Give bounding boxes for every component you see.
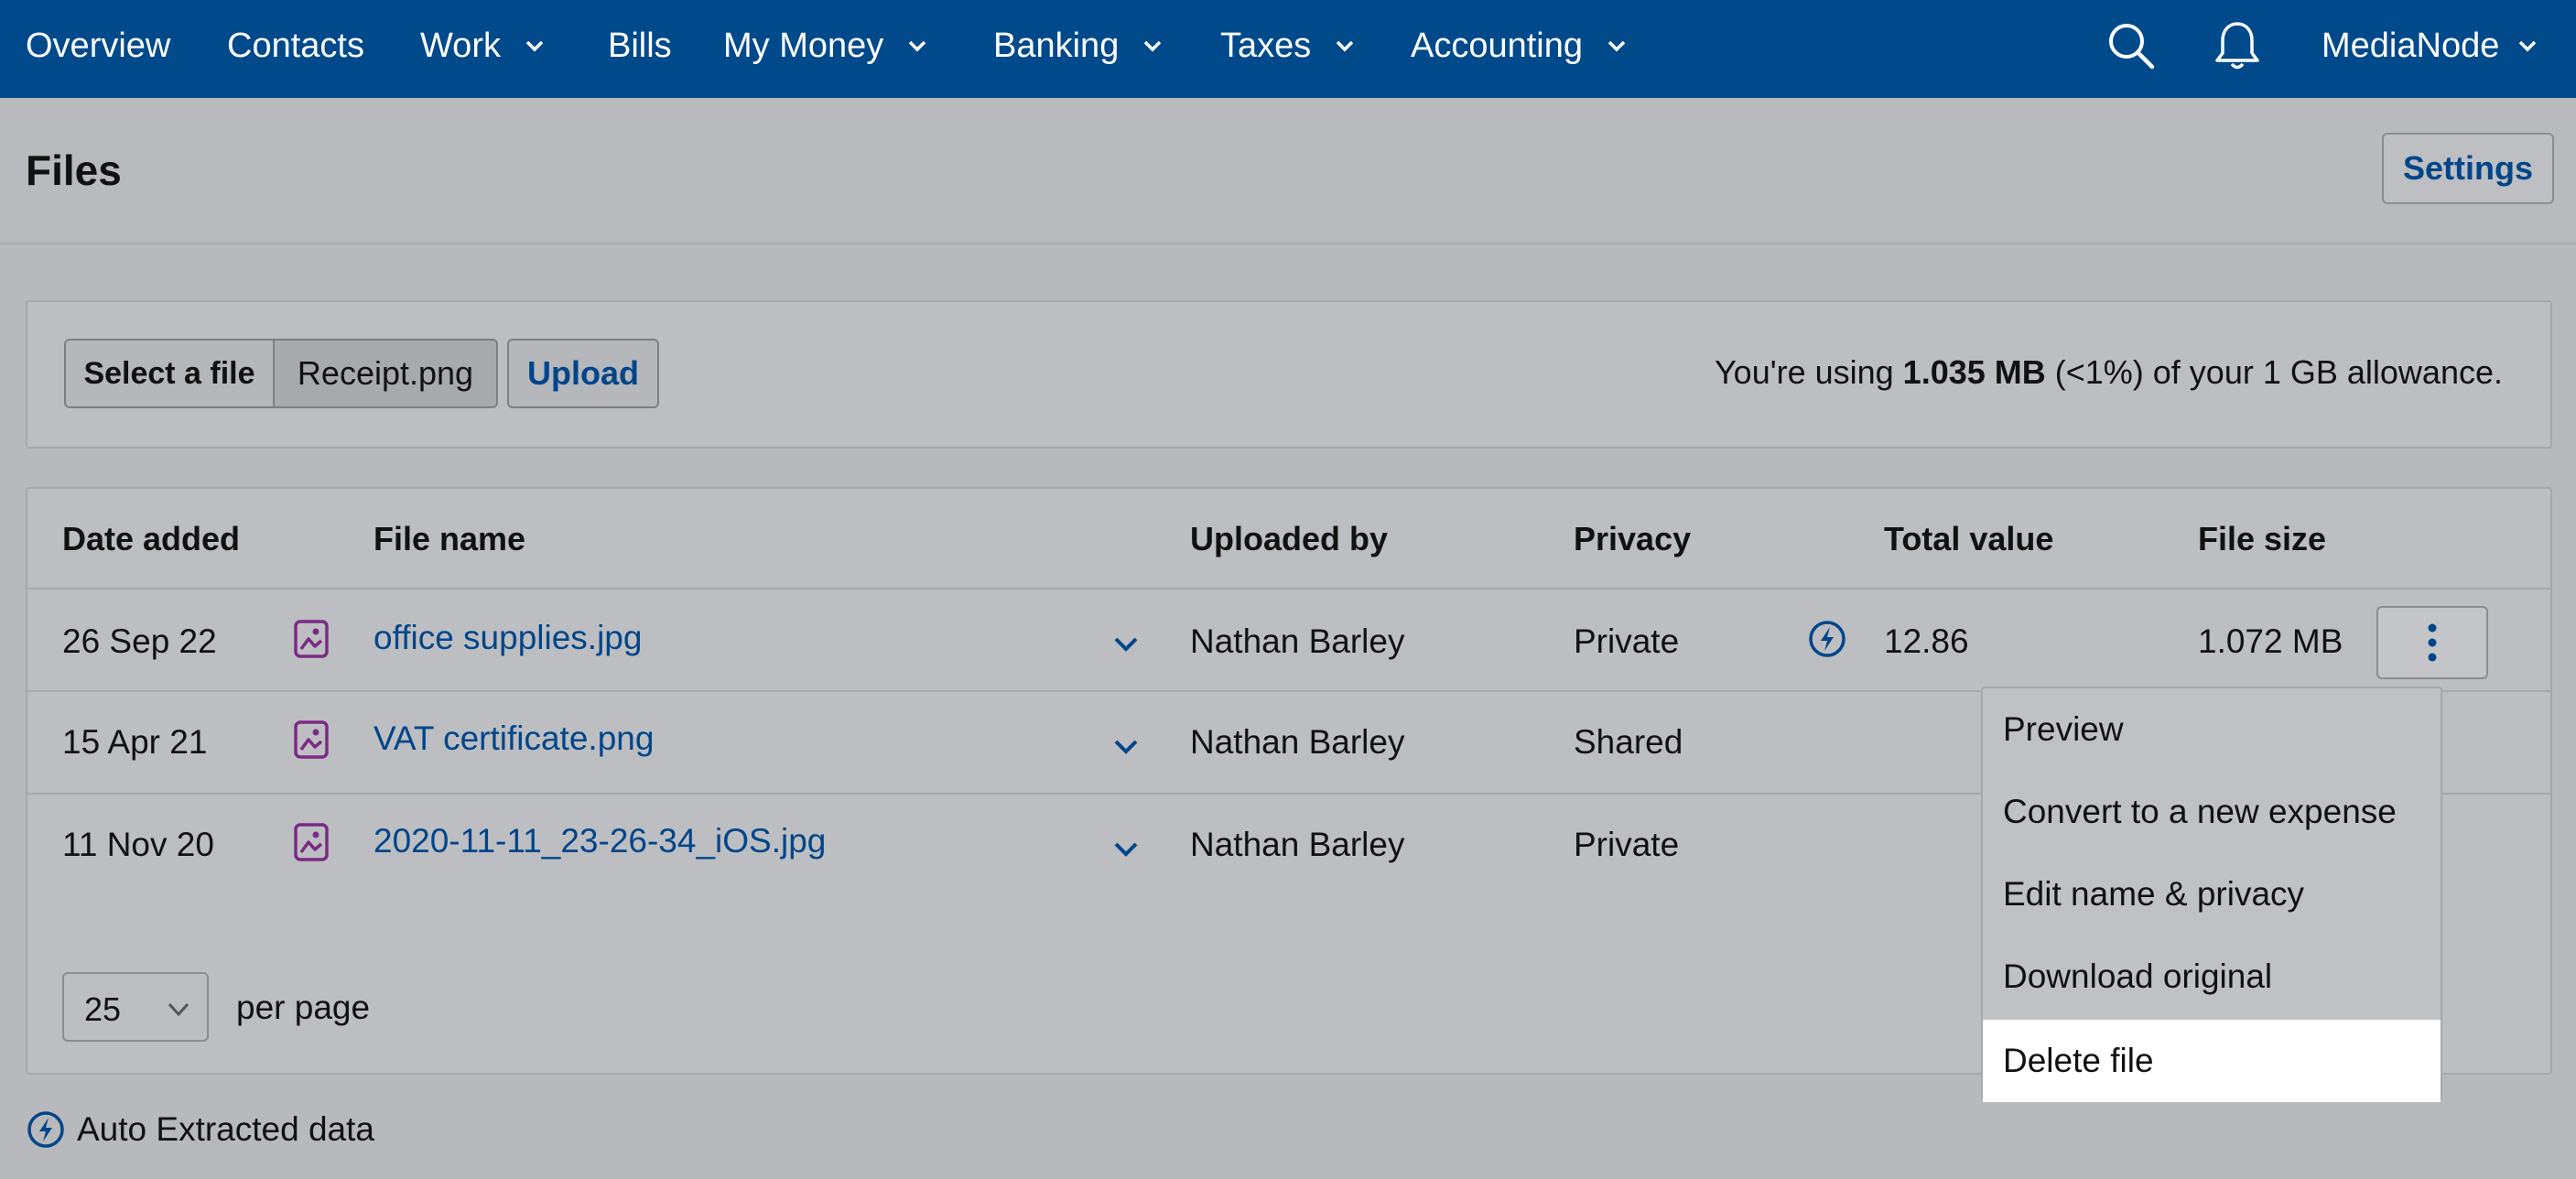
chosen-file-name[interactable]: Receipt.png	[275, 339, 498, 408]
menu-item-edit-name-privacy[interactable]: Edit name & privacy	[1983, 853, 2441, 936]
row-date: 26 Sep 22	[62, 622, 217, 660]
chevron-down-icon	[1144, 40, 1162, 52]
top-nav: Overview Contacts Work Bills My Money Ba…	[0, 0, 2576, 98]
nav-my-money[interactable]: My Money	[723, 0, 927, 92]
row-date: 15 Apr 21	[62, 723, 208, 761]
menu-item-convert-expense[interactable]: Convert to a new expense	[1983, 771, 2441, 853]
image-file-icon	[294, 620, 329, 658]
nav-contacts-label: Contacts	[227, 26, 364, 65]
header-date-added[interactable]: Date added	[62, 520, 240, 558]
auto-extracted-icon	[27, 1111, 64, 1148]
header-file-size[interactable]: File size	[2198, 520, 2326, 558]
usage-suffix: (<1%) of your 1 GB allowance.	[2045, 353, 2503, 391]
settings-button[interactable]: Settings	[2382, 133, 2554, 204]
header-total-value[interactable]: Total value	[1884, 520, 2053, 558]
chevron-down-icon	[168, 1002, 189, 1017]
menu-item-delete-file[interactable]: Delete file	[1983, 1020, 2441, 1102]
nav-overview-label: Overview	[26, 26, 171, 65]
row-date: 11 Nov 20	[62, 826, 214, 863]
auto-extracted-legend: Auto Extracted data	[26, 1109, 374, 1150]
chevron-down-icon	[909, 40, 926, 52]
image-file-icon	[294, 720, 329, 759]
menu-item-download-original[interactable]: Download original	[1983, 936, 2441, 1018]
file-name-link[interactable]: 2020-11-11_23-26-34_iOS.jpg	[373, 822, 826, 860]
search-icon[interactable]	[2104, 18, 2159, 73]
file-name-link[interactable]: VAT certificate.png	[373, 719, 654, 758]
auto-extracted-icon	[1809, 621, 1845, 657]
per-page-label: per page	[236, 989, 371, 1026]
chevron-down-icon	[1337, 40, 1354, 52]
chevron-down-icon	[1607, 40, 1626, 52]
account-menu[interactable]: MediaNode	[2322, 0, 2538, 92]
nav-accounting[interactable]: Accounting	[1411, 0, 1627, 92]
file-name-link[interactable]: office supplies.jpg	[373, 619, 642, 657]
chevron-down-icon[interactable]	[1113, 738, 1139, 756]
row-uploaded-by: Nathan Barley	[1190, 723, 1405, 761]
kebab-menu-icon	[2428, 623, 2437, 662]
nav-my-money-label: My Money	[723, 26, 884, 65]
page-header: Files Settings	[0, 98, 2576, 244]
row-uploaded-by: Nathan Barley	[1190, 622, 1405, 660]
row-privacy: Shared	[1574, 723, 1683, 761]
image-file-icon	[294, 823, 329, 861]
per-page-value: 25	[84, 990, 122, 1028]
row-privacy: Private	[1574, 622, 1680, 660]
header-uploaded-by[interactable]: Uploaded by	[1190, 520, 1388, 558]
nav-bills-label: Bills	[608, 26, 672, 65]
chevron-down-icon	[2519, 40, 2537, 52]
nav-work-label: Work	[420, 26, 501, 65]
nav-bills[interactable]: Bills	[608, 0, 672, 92]
bell-icon[interactable]	[2210, 18, 2265, 73]
file-upload-group: Select a file Receipt.png Upload	[64, 339, 659, 408]
menu-item-preview[interactable]: Preview	[1983, 688, 2441, 771]
row-total-value: 12.86	[1884, 622, 1969, 660]
nav-taxes[interactable]: Taxes	[1220, 0, 1355, 92]
nav-overview[interactable]: Overview	[26, 0, 170, 92]
usage-prefix: You're using	[1714, 353, 1903, 391]
row-uploaded-by: Nathan Barley	[1190, 826, 1405, 863]
account-name: MediaNode	[2322, 26, 2500, 65]
nav-accounting-label: Accounting	[1411, 26, 1584, 65]
row-privacy: Private	[1574, 826, 1680, 863]
upload-button[interactable]: Upload	[507, 339, 659, 408]
header-file-name[interactable]: File name	[373, 520, 525, 558]
per-page-select[interactable]: 25	[62, 972, 209, 1042]
nav-contacts[interactable]: Contacts	[227, 0, 364, 92]
row-divider	[27, 588, 2550, 590]
upload-panel: Select a file Receipt.png Upload You're …	[26, 300, 2552, 449]
page-title: Files	[26, 146, 122, 194]
usage-amount: 1.035 MB	[1902, 353, 2046, 391]
row-file-size: 1.072 MB	[2198, 622, 2343, 660]
nav-taxes-label: Taxes	[1220, 26, 1312, 65]
chevron-down-icon[interactable]	[1113, 635, 1139, 654]
auto-extracted-label: Auto Extracted data	[77, 1110, 374, 1148]
select-file-button[interactable]: Select a file	[64, 339, 275, 408]
header-privacy[interactable]: Privacy	[1574, 520, 1691, 558]
nav-work[interactable]: Work	[420, 0, 545, 92]
row-actions-menu: Preview Convert to a new expense Edit na…	[1981, 687, 2442, 1102]
nav-banking[interactable]: Banking	[993, 0, 1163, 92]
chevron-down-icon[interactable]	[1113, 840, 1139, 859]
chevron-down-icon	[525, 40, 544, 52]
storage-usage: You're using 1.035 MB (<1%) of your 1 GB…	[1715, 353, 2503, 392]
nav-banking-label: Banking	[993, 26, 1120, 65]
row-actions-button[interactable]	[2376, 606, 2488, 679]
